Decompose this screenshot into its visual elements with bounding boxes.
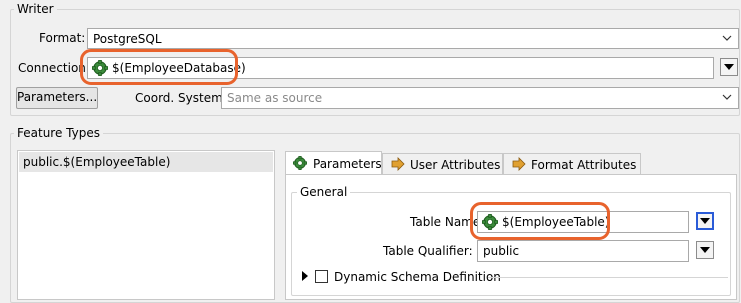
- expand-arrow-icon[interactable]: [302, 271, 308, 281]
- dynamic-schema-label: Dynamic Schema Definition: [334, 270, 501, 284]
- dynamic-schema-checkbox[interactable]: [315, 270, 328, 283]
- table-qualifier-value: public: [483, 244, 520, 258]
- divider: [488, 277, 728, 278]
- table-qualifier-dropdown-button[interactable]: [696, 241, 714, 259]
- coord-system-value: Same as source: [227, 91, 323, 105]
- tab-user-attributes-label: User Attributes: [410, 158, 501, 172]
- coord-system-label: Coord. System:: [135, 91, 227, 105]
- coord-system-select[interactable]: Same as source: [221, 87, 739, 109]
- table-name-label: Table Name: [410, 215, 481, 229]
- table-qualifier-label: Table Qualifier:: [383, 244, 473, 258]
- feature-type-list[interactable]: public.$(EmployeeTable): [17, 150, 275, 300]
- tab-user-attributes[interactable]: User Attributes: [382, 153, 503, 175]
- table-name-dropdown-button[interactable]: [696, 212, 714, 230]
- gear-icon: [293, 156, 307, 170]
- list-item[interactable]: public.$(EmployeeTable): [19, 152, 273, 172]
- triangle-down-icon: [700, 218, 710, 224]
- triangle-down-icon: [700, 247, 710, 253]
- connection-field[interactable]: $(EmployeeDatabase): [87, 57, 714, 79]
- chevron-down-icon: [722, 35, 732, 41]
- gear-icon: [92, 60, 108, 76]
- feature-types-title: Feature Types: [14, 126, 103, 140]
- table-name-value: $(EmployeeTable): [502, 215, 610, 229]
- tab-parameters[interactable]: Parameters: [285, 151, 382, 175]
- format-select-value: PostgreSQL: [93, 32, 162, 46]
- triangle-down-icon: [724, 64, 734, 70]
- arrow-right-icon: [512, 157, 526, 171]
- tab-parameters-label: Parameters: [313, 157, 382, 171]
- table-qualifier-field[interactable]: public: [477, 240, 689, 262]
- gear-icon: [482, 214, 498, 230]
- format-label: Format:: [39, 31, 86, 45]
- tab-format-attributes[interactable]: Format Attributes: [503, 153, 641, 175]
- writer-group-title: Writer: [14, 2, 57, 16]
- list-item-label: public.$(EmployeeTable): [23, 155, 171, 169]
- connection-label: Connection:: [18, 61, 90, 75]
- arrow-right-icon: [391, 157, 405, 171]
- connection-dropdown-button[interactable]: [720, 58, 738, 76]
- format-select[interactable]: PostgreSQL: [87, 28, 739, 49]
- table-name-field[interactable]: $(EmployeeTable): [477, 211, 689, 233]
- tab-format-attributes-label: Format Attributes: [531, 158, 637, 172]
- chevron-down-icon: [722, 94, 732, 100]
- general-group-title: General: [297, 185, 351, 199]
- connection-field-value: $(EmployeeDatabase): [112, 61, 246, 75]
- parameters-button[interactable]: Parameters...: [16, 87, 98, 109]
